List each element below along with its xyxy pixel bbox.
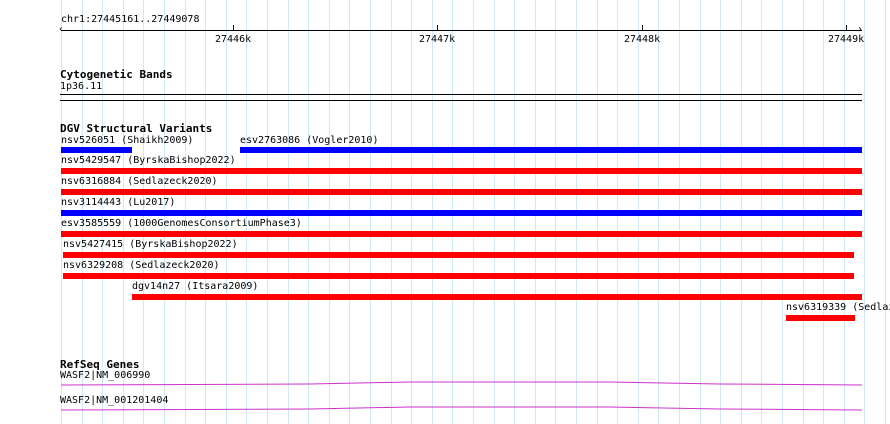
dgv-feature-bar[interactable]: [61, 168, 862, 174]
location-label: chr1:27445161..27449078: [61, 14, 200, 25]
dgv-feature-label[interactable]: esv2763086 (Vogler2010): [240, 135, 378, 147]
track-title-dgv: DGV Structural Variants: [60, 122, 213, 135]
dgv-feature-bar[interactable]: [132, 294, 862, 300]
ruler-tick: [233, 25, 234, 31]
cytoband-outline-top: [60, 94, 862, 95]
refseq-gene-model[interactable]: [0, 379, 890, 389]
refseq-gene-model[interactable]: [0, 404, 890, 414]
refseq-transcript-line: [60, 406, 863, 411]
dgv-feature-bar[interactable]: [61, 147, 132, 153]
dgv-feature-label[interactable]: nsv5429547 (ByrskaBishop2022): [61, 155, 236, 167]
dgv-feature-bar[interactable]: [61, 231, 862, 237]
dgv-feature-bar[interactable]: [61, 210, 862, 216]
dgv-feature-bar[interactable]: [63, 252, 854, 258]
grid-line: [864, 0, 865, 424]
dgv-feature-label[interactable]: nsv526051 (Shaikh2009): [61, 135, 193, 147]
cytoband-outline-bottom: [60, 100, 862, 101]
dgv-feature-bar[interactable]: [240, 147, 862, 153]
track-title-cytobands: Cytogenetic Bands: [60, 68, 173, 81]
dgv-feature-label[interactable]: nsv6319339 (Sedlazeck: [786, 302, 890, 314]
grid-line: [885, 0, 886, 424]
ruler-tick-label: 27447k: [419, 34, 456, 45]
dgv-feature-bar[interactable]: [63, 273, 854, 279]
ruler-tick: [642, 25, 643, 31]
dgv-feature-label[interactable]: nsv6316884 (Sedlazeck2020): [61, 176, 218, 188]
ruler-tick-label: 27446k: [215, 34, 252, 45]
refseq-transcript-line: [60, 381, 863, 386]
dgv-feature-label[interactable]: nsv5427415 (ByrskaBishop2022): [63, 239, 238, 251]
dgv-feature-label[interactable]: esv3585559 (1000GenomesConsortiumPhase3): [61, 218, 302, 230]
ruler-tick-label: 27448k: [624, 34, 661, 45]
ruler-line: [61, 30, 862, 31]
dgv-feature-label[interactable]: dgv14n27 (Itsara2009): [132, 281, 258, 293]
genome-browser-view: chr1:27445161..27449078 ‹ › 27446k 27447k…: [0, 0, 890, 424]
dgv-feature-bar[interactable]: [61, 189, 862, 195]
cytoband-label[interactable]: 1p36.11: [60, 81, 102, 93]
dgv-feature-label[interactable]: nsv6329208 (Sedlazeck2020): [63, 260, 220, 272]
ruler-tick-label: 27449k: [828, 34, 865, 45]
dgv-feature-bar[interactable]: [786, 315, 855, 321]
ruler-tick: [437, 25, 438, 31]
dgv-feature-label[interactable]: nsv3114443 (Lu2017): [61, 197, 175, 209]
ruler-tick: [846, 25, 847, 31]
arrow-left-icon: ‹: [58, 24, 65, 35]
